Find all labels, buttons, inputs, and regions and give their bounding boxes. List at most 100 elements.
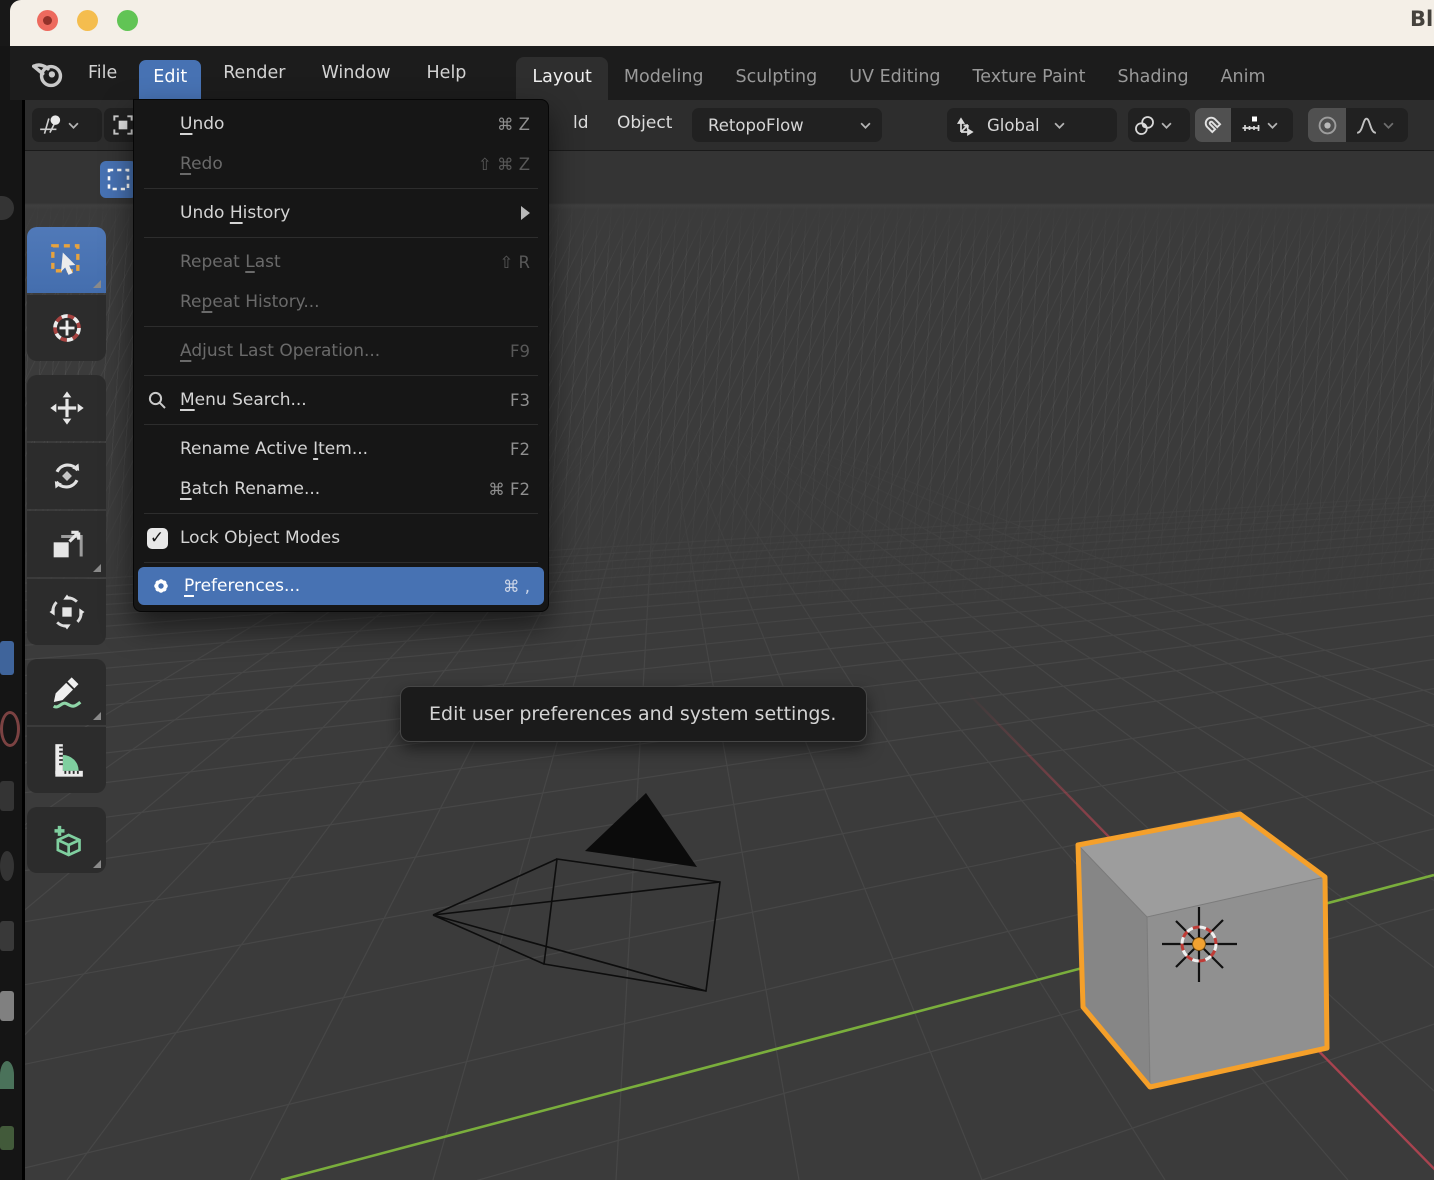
menu-separator bbox=[144, 326, 538, 327]
gear-icon bbox=[138, 574, 184, 598]
toolbar-group-gap bbox=[27, 645, 106, 659]
chevron-down-icon bbox=[68, 122, 79, 129]
workspace-tab-anim[interactable]: Anim bbox=[1205, 57, 1282, 100]
tool-add-cube-button[interactable] bbox=[27, 807, 106, 873]
orientation-axes-icon bbox=[955, 113, 979, 137]
submenu-arrow-icon bbox=[521, 206, 530, 220]
menu-item-label: Repeat Last bbox=[180, 252, 499, 272]
minimize-window-button[interactable] bbox=[77, 10, 98, 31]
checkbox-checked[interactable]: ✓ bbox=[147, 528, 168, 549]
transform-orientation-dropdown[interactable]: Global bbox=[947, 108, 1117, 142]
chevron-down-icon bbox=[1054, 122, 1065, 129]
menu-item-label: Repeat History... bbox=[180, 292, 530, 312]
partial-addcube-icon bbox=[0, 1126, 14, 1150]
menu-fragment: ld bbox=[573, 113, 589, 133]
workspace-tab-texture-paint[interactable]: Texture Paint bbox=[957, 57, 1102, 100]
preferences-tooltip: Edit user preferences and system setting… bbox=[400, 686, 867, 742]
tool-transform-button[interactable] bbox=[27, 579, 106, 645]
menu-item-label: Batch Rename... bbox=[180, 479, 488, 499]
cube-object bbox=[1078, 814, 1327, 1087]
falloff-dropdown[interactable] bbox=[1346, 113, 1408, 138]
top-menubar: FileEditRenderWindowHelp LayoutModelingS… bbox=[10, 46, 1434, 100]
dashed-select-icon bbox=[100, 161, 137, 198]
tool-move-button[interactable] bbox=[27, 375, 106, 441]
zoom-window-button[interactable] bbox=[117, 10, 138, 31]
menu-item-lock-object-modes[interactable]: ✓Lock Object Modes bbox=[134, 518, 548, 558]
menu-item-repeat-history[interactable]: Repeat History... bbox=[134, 282, 548, 322]
menu-item-shortcut: ⇧ R bbox=[499, 253, 530, 272]
tool-select-box-button[interactable] bbox=[27, 227, 106, 293]
menu-item-label: Redo bbox=[180, 154, 478, 174]
snap-toggle[interactable] bbox=[1195, 108, 1231, 142]
tool-cursor-button[interactable] bbox=[27, 295, 106, 361]
move-icon bbox=[47, 388, 87, 428]
menu-item-shortcut: ⌘ Z bbox=[497, 115, 530, 134]
snap-group bbox=[1195, 108, 1293, 142]
menu-item-shortcut: F2 bbox=[510, 440, 530, 459]
proportional-edit-toggle[interactable] bbox=[1308, 108, 1346, 142]
menu-item-label: Menu Search... bbox=[180, 390, 510, 410]
menu-item-shortcut: F3 bbox=[510, 391, 530, 410]
menu-item-batch-rename[interactable]: Batch Rename...⌘ F2 bbox=[134, 469, 548, 509]
partial-select-icon bbox=[0, 641, 14, 675]
workspace-tab-sculpting[interactable]: Sculpting bbox=[720, 57, 834, 100]
tool-annotate-button[interactable] bbox=[27, 659, 106, 725]
chevron-down-icon bbox=[1161, 122, 1172, 129]
select-box-mode-button[interactable] bbox=[100, 161, 137, 198]
checkbox-slot: ✓ bbox=[134, 528, 180, 549]
editor-type-dropdown[interactable] bbox=[32, 108, 102, 142]
cursor-icon bbox=[47, 308, 87, 348]
menu-separator bbox=[144, 424, 538, 425]
chevron-down-icon bbox=[1383, 122, 1394, 129]
menu-item-preferences[interactable]: Preferences...⌘ , bbox=[138, 567, 544, 605]
pivot-point-dropdown[interactable] bbox=[1128, 108, 1190, 142]
menu-item-label: Undo bbox=[180, 114, 497, 134]
rotate-icon bbox=[47, 456, 87, 496]
search-icon bbox=[134, 388, 180, 412]
menu-item-redo[interactable]: Redo⇧ ⌘ Z bbox=[134, 144, 548, 184]
menu-item-rename-active-item[interactable]: Rename Active Item...F2 bbox=[134, 429, 548, 469]
tool-scale-button[interactable] bbox=[27, 511, 106, 577]
magnet-icon bbox=[1201, 113, 1225, 137]
snap-with-dropdown[interactable] bbox=[1231, 113, 1293, 137]
menu-item-repeat-last[interactable]: Repeat Last⇧ R bbox=[134, 242, 548, 282]
editor-3d-viewport-icon bbox=[38, 112, 64, 138]
partial-icon bbox=[0, 196, 14, 220]
chevron-down-icon bbox=[1267, 122, 1278, 129]
window-title: Ble bbox=[1410, 7, 1434, 31]
retopoflow-dropdown[interactable]: RetopoFlow bbox=[692, 108, 882, 142]
camera-object bbox=[433, 793, 720, 991]
menubar-item-file[interactable]: File bbox=[74, 56, 131, 90]
menu-item-menu-search[interactable]: Menu Search...F3 bbox=[134, 380, 548, 420]
workspace-tabs: LayoutModelingSculptingUV EditingTexture… bbox=[516, 46, 1281, 100]
workspace-tab-uv-editing[interactable]: UV Editing bbox=[833, 57, 956, 100]
menubar-item-window[interactable]: Window bbox=[308, 56, 405, 90]
menu-item-adjust-last-operation[interactable]: Adjust Last Operation...F9 bbox=[134, 331, 548, 371]
toolbar-group-gap bbox=[27, 361, 106, 375]
menubar-item-edit[interactable]: Edit bbox=[139, 60, 201, 101]
menu-separator bbox=[144, 237, 538, 238]
tool-shelf bbox=[27, 227, 106, 873]
tool-submenu-indicator bbox=[93, 860, 101, 868]
tool-measure-button[interactable] bbox=[27, 727, 106, 793]
menubar-item-help[interactable]: Help bbox=[413, 56, 481, 90]
titlebar: Ble bbox=[10, 0, 1434, 46]
menu-item-label: Rename Active Item... bbox=[180, 439, 510, 459]
toolbar-group-gap bbox=[27, 793, 106, 807]
workspace-tab-shading[interactable]: Shading bbox=[1101, 57, 1204, 100]
object-menu[interactable]: Object bbox=[617, 113, 672, 133]
proportional-edit-icon bbox=[1315, 113, 1340, 138]
tool-submenu-indicator bbox=[93, 712, 101, 720]
blender-window: Ble FileEditRender WindowHelp LayoutModel… bbox=[0, 0, 1434, 1180]
tool-rotate-button[interactable] bbox=[27, 443, 106, 509]
menu-item-undo[interactable]: Undo⌘ Z bbox=[134, 104, 548, 144]
close-window-button[interactable] bbox=[37, 10, 58, 31]
window-edge-divider bbox=[22, 46, 25, 1180]
menu-separator bbox=[144, 375, 538, 376]
workspace-tab-modeling[interactable]: Modeling bbox=[608, 57, 720, 100]
menubar-item-render[interactable]: Render bbox=[209, 56, 299, 90]
menu-item-undo-history[interactable]: Undo History bbox=[134, 193, 548, 233]
workspace-tab-layout[interactable]: Layout bbox=[516, 57, 608, 100]
menu-item-label: Preferences... bbox=[184, 576, 503, 596]
chevron-down-icon bbox=[860, 122, 871, 129]
